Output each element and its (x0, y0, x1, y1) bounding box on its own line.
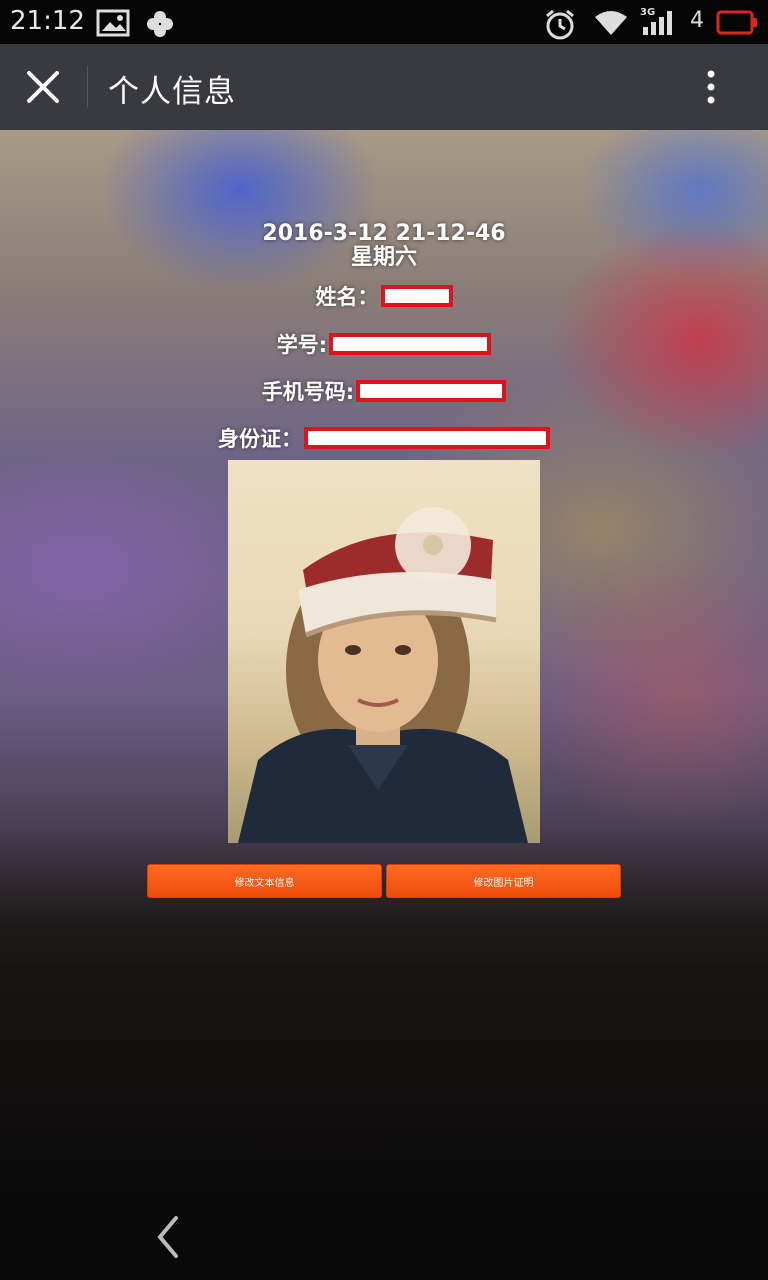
redacted-value (304, 427, 550, 449)
portrait-illustration (238, 507, 528, 843)
background-shade (0, 820, 768, 1194)
image-icon (96, 9, 130, 37)
content-area: 2016-3-12 21-12-46 星期六 姓名： 学号: 手机号码: 身份证… (0, 130, 768, 1194)
bottom-nav-bar (0, 1194, 768, 1280)
clover-icon (147, 11, 173, 37)
datetime-text: 2016-3-12 21-12-46 (262, 221, 506, 246)
title-bar: 个人信息 (0, 44, 768, 130)
field-student-id: 学号: (0, 329, 768, 359)
redacted-value (380, 285, 453, 307)
battery-icon (716, 10, 757, 35)
close-icon[interactable] (24, 68, 62, 106)
status-bar: 21:12 3G 4 (0, 0, 768, 44)
wifi-icon (595, 11, 627, 35)
field-label-phone: 手机号码: (261, 380, 355, 404)
field-label-student-id: 学号: (276, 333, 328, 357)
field-name: 姓名： (0, 281, 768, 311)
page-title: 个人信息 (108, 74, 236, 110)
title-divider (87, 66, 88, 108)
field-id-card: 身份证： (0, 423, 768, 453)
weekday-text: 星期六 (350, 245, 417, 270)
alarm-icon (546, 9, 574, 40)
more-vertical-icon[interactable] (696, 68, 726, 108)
field-label-id-card: 身份证： (218, 427, 302, 451)
edit-photo-button[interactable]: 修改图片证明 (386, 864, 621, 898)
redacted-value (329, 333, 492, 355)
field-label-name: 姓名： (315, 285, 379, 309)
id-photo (228, 460, 540, 843)
status-time: 21:12 (10, 6, 85, 36)
edit-text-button[interactable]: 修改文本信息 (147, 864, 382, 898)
signal-number: 4 (690, 8, 704, 33)
field-phone: 手机号码: (0, 376, 768, 406)
signal-icon (643, 11, 672, 35)
back-icon[interactable] (150, 1212, 186, 1262)
redacted-value (356, 380, 507, 402)
